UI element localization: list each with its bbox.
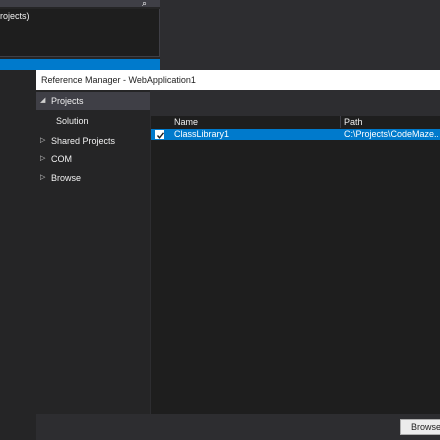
reference-main-area: Name Path ClassLibrary1 C:\Projects\Code… <box>151 90 440 414</box>
dialog-title: Reference Manager - WebApplication1 <box>36 70 440 90</box>
checkmark-icon <box>156 132 165 139</box>
nav-item-shared-projects[interactable]: ▷ Shared Projects <box>36 132 150 150</box>
browse-button[interactable]: Browse... <box>400 419 440 435</box>
dialog-button-bar: Browse... <box>36 414 440 440</box>
nav-item-label: Solution <box>56 116 89 126</box>
nav-item-label: Projects <box>51 96 84 106</box>
table-row[interactable]: ClassLibrary1 C:\Projects\CodeMaze... <box>151 129 440 140</box>
tree-item-text: rojects) <box>0 11 30 21</box>
column-divider[interactable] <box>340 116 341 128</box>
row-name-cell: ClassLibrary1 <box>174 129 230 139</box>
solution-explorer-tree[interactable]: rojects) <box>0 9 160 57</box>
collapsed-arrow-icon: ▷ <box>40 155 46 162</box>
column-header-name[interactable]: Name <box>174 116 198 128</box>
search-icon[interactable]: ⌕ <box>142 0 156 8</box>
collapsed-arrow-icon: ▷ <box>40 174 46 181</box>
nav-item-browse[interactable]: ▷ Browse <box>36 169 150 187</box>
reference-manager-dialog: Reference Manager - WebApplication1 ◢ Pr… <box>36 70 440 440</box>
reference-list: Name Path ClassLibrary1 C:\Projects\Code… <box>151 116 440 414</box>
nav-item-projects[interactable]: ◢ Projects <box>36 92 150 110</box>
nav-item-label: COM <box>51 154 72 164</box>
column-header-path[interactable]: Path <box>344 116 363 128</box>
row-path-cell: C:\Projects\CodeMaze... <box>344 129 438 139</box>
reference-nav: ◢ Projects Solution ▷ Shared Projects ▷ … <box>36 90 150 414</box>
tree-selected-row[interactable] <box>0 59 160 70</box>
nav-item-com[interactable]: ▷ COM <box>36 150 150 168</box>
ide-window: ⌕ rojects) Reference Manager - WebApplic… <box>0 0 440 440</box>
collapsed-arrow-icon: ▷ <box>40 137 46 144</box>
nav-item-solution[interactable]: Solution <box>36 112 150 130</box>
nav-item-label: Shared Projects <box>51 136 116 146</box>
editor-background <box>160 0 440 70</box>
reference-checkbox[interactable] <box>155 130 165 139</box>
nav-item-label: Browse <box>51 173 82 183</box>
solution-explorer-toolbar: ⌕ <box>0 0 160 8</box>
list-header: Name Path <box>151 116 440 128</box>
expanded-arrow-icon: ◢ <box>40 97 46 104</box>
